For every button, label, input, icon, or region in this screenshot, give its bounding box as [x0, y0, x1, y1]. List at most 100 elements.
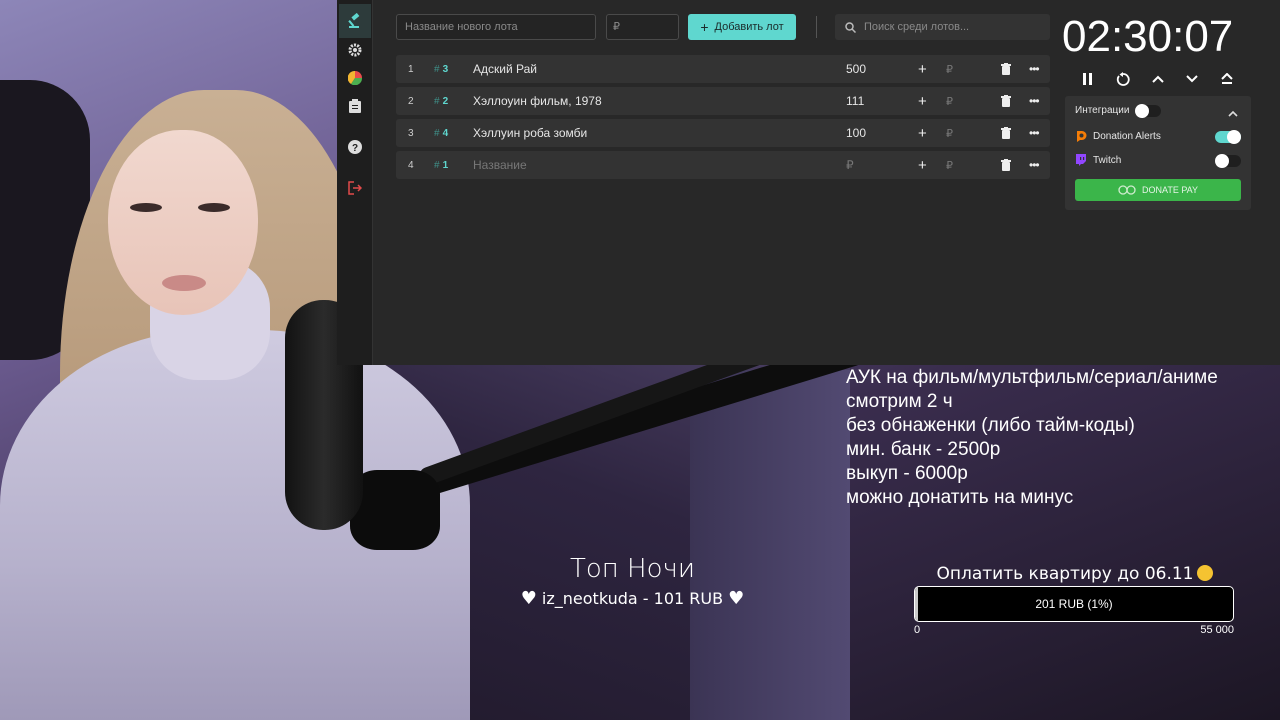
integrations-title: Интеграции — [1075, 105, 1130, 116]
lot-amount[interactable]: 100 — [846, 126, 866, 140]
lot-amount[interactable]: 111 — [846, 94, 864, 108]
streamer-eye-right — [198, 203, 230, 212]
app-sidebar: ? — [337, 0, 373, 365]
pie-chart-icon[interactable] — [345, 68, 365, 88]
toggle-knob — [1215, 154, 1229, 168]
room-door — [690, 370, 850, 720]
goal-min: 0 — [914, 624, 921, 636]
rule-line: смотрим 2 ч — [846, 391, 953, 412]
trash-icon[interactable] — [999, 158, 1013, 172]
goal-title-text: Оплатить квартиру до 06.11 — [936, 564, 1194, 584]
integration-label: Donation Alerts — [1093, 130, 1161, 142]
rule-line: мин. банк - 2500р — [846, 439, 1001, 460]
lot-row[interactable]: 2 #2 Хэллоуин фильм, 1978 111 + ₽ ••• — [396, 87, 1050, 115]
lot-name[interactable]: Адский Рай — [473, 62, 537, 76]
add-lot-label: Добавить лот — [714, 21, 784, 33]
rule-line: АУК на фильм/мультфильм/сериал/аниме — [846, 367, 1218, 388]
donation-goal-title: Оплатить квартиру до 06.11 — [916, 564, 1234, 584]
toggle-knob — [1227, 130, 1241, 144]
new-lot-name-input[interactable] — [396, 14, 596, 40]
donate-pay-icon — [1118, 185, 1136, 195]
trash-icon[interactable] — [999, 94, 1013, 108]
lot-add-amount-button[interactable]: + — [918, 157, 927, 174]
gavel-icon[interactable] — [339, 4, 371, 38]
trash-icon[interactable] — [999, 126, 1013, 140]
donation-alerts-toggle[interactable] — [1215, 130, 1241, 144]
streamer-eye-left — [130, 203, 162, 212]
more-options-icon[interactable]: ••• — [1029, 94, 1040, 108]
lot-id-value: 4 — [442, 127, 449, 139]
toolbar-divider — [816, 16, 817, 38]
more-options-icon[interactable]: ••• — [1029, 158, 1040, 172]
heart-icon: ♥ — [520, 588, 537, 609]
rule-line: выкуп - 6000р — [846, 463, 968, 484]
hash-icon: # — [434, 63, 440, 75]
restart-icon[interactable] — [1111, 68, 1135, 90]
donation-alerts-icon — [1077, 131, 1087, 142]
streamer-lips — [162, 275, 206, 291]
chevron-up-icon[interactable] — [1146, 68, 1170, 90]
chevron-up-icon[interactable] — [1228, 104, 1238, 122]
goal-max: 55 000 — [1200, 624, 1234, 636]
integration-donation-alerts: Donation Alerts — [1075, 130, 1161, 142]
integrations-toggle[interactable] — [1135, 104, 1161, 118]
lot-add-amount-button[interactable]: + — [918, 61, 927, 78]
lot-id-value: 2 — [442, 95, 449, 107]
lot-add-amount-field[interactable]: ₽ — [946, 95, 953, 108]
lot-id-value: 1 — [442, 159, 449, 171]
integration-twitch: Twitch — [1075, 154, 1121, 166]
lot-id: #3 — [434, 64, 448, 75]
donate-pay-button[interactable]: DONATE PAY — [1075, 179, 1241, 201]
more-options-icon[interactable]: ••• — [1029, 126, 1040, 140]
twitch-toggle[interactable] — [1215, 154, 1241, 168]
search-icon — [845, 21, 856, 33]
eject-icon[interactable] — [1215, 68, 1239, 90]
top-donor-text: iz_neotkuda - 101 RUB — [541, 589, 724, 608]
logout-icon[interactable] — [345, 178, 365, 198]
lot-add-amount-field[interactable]: ₽ — [946, 159, 953, 172]
auction-timer: 02:30:07 — [1062, 12, 1234, 61]
lot-name[interactable]: Название — [473, 158, 527, 172]
lot-row[interactable]: 4 #1 Название ₽ + ₽ ••• — [396, 151, 1050, 179]
donate-pay-label: DONATE PAY — [1141, 185, 1198, 195]
clipboard-icon[interactable] — [345, 96, 365, 116]
lot-add-amount-button[interactable]: + — [918, 125, 927, 142]
search-input[interactable] — [864, 21, 1044, 33]
heart-icon: ♥ — [728, 588, 745, 609]
lot-amount[interactable]: ₽ — [846, 158, 854, 172]
top-night-title: Топ Ночи — [570, 554, 695, 584]
top-night-donor: ♥ iz_neotkuda - 101 RUB ♥ — [480, 588, 785, 609]
lot-add-amount-field[interactable]: ₽ — [946, 127, 953, 140]
timer-controls — [1076, 68, 1246, 90]
trash-icon[interactable] — [999, 62, 1013, 76]
lot-amount[interactable]: 500 — [846, 62, 866, 76]
svg-text:?: ? — [352, 143, 358, 154]
lot-row[interactable]: 1 #3 Адский Рай 500 + ₽ ••• — [396, 55, 1050, 83]
lot-number: 2 — [408, 95, 414, 107]
lot-add-amount-field[interactable]: ₽ — [946, 63, 953, 76]
chevron-down-icon[interactable] — [1180, 68, 1204, 90]
add-lot-button[interactable]: + Добавить лот — [688, 14, 796, 40]
twitch-icon — [1076, 154, 1086, 166]
lot-name[interactable]: Хэллуин роба зомби — [473, 126, 587, 140]
lot-id-value: 3 — [442, 63, 449, 75]
new-lot-price-input[interactable] — [606, 14, 679, 40]
plus-icon: + — [700, 19, 709, 35]
lot-search[interactable] — [835, 14, 1050, 40]
pause-icon[interactable] — [1076, 68, 1100, 90]
lot-name[interactable]: Хэллоуин фильм, 1978 — [473, 94, 602, 108]
lot-list: 1 #3 Адский Рай 500 + ₽ ••• 2 #2 Хэллоуи… — [396, 55, 1050, 183]
lot-id: #1 — [434, 160, 448, 171]
hash-icon: # — [434, 127, 440, 139]
more-options-icon[interactable]: ••• — [1029, 62, 1040, 76]
smile-emoji-icon — [1197, 565, 1214, 581]
help-icon[interactable]: ? — [345, 137, 365, 157]
lot-add-amount-button[interactable]: + — [918, 93, 927, 110]
auction-rules: АУК на фильм/мультфильм/сериал/аниме смо… — [846, 366, 1280, 510]
lot-row[interactable]: 3 #4 Хэллуин роба зомби 100 + ₽ ••• — [396, 119, 1050, 147]
lot-number: 3 — [408, 127, 414, 139]
lot-id: #2 — [434, 96, 448, 107]
gear-icon[interactable] — [345, 40, 365, 60]
mic-mount — [350, 470, 440, 550]
goal-progress-label: 201 RUB (1%) — [1035, 597, 1113, 611]
